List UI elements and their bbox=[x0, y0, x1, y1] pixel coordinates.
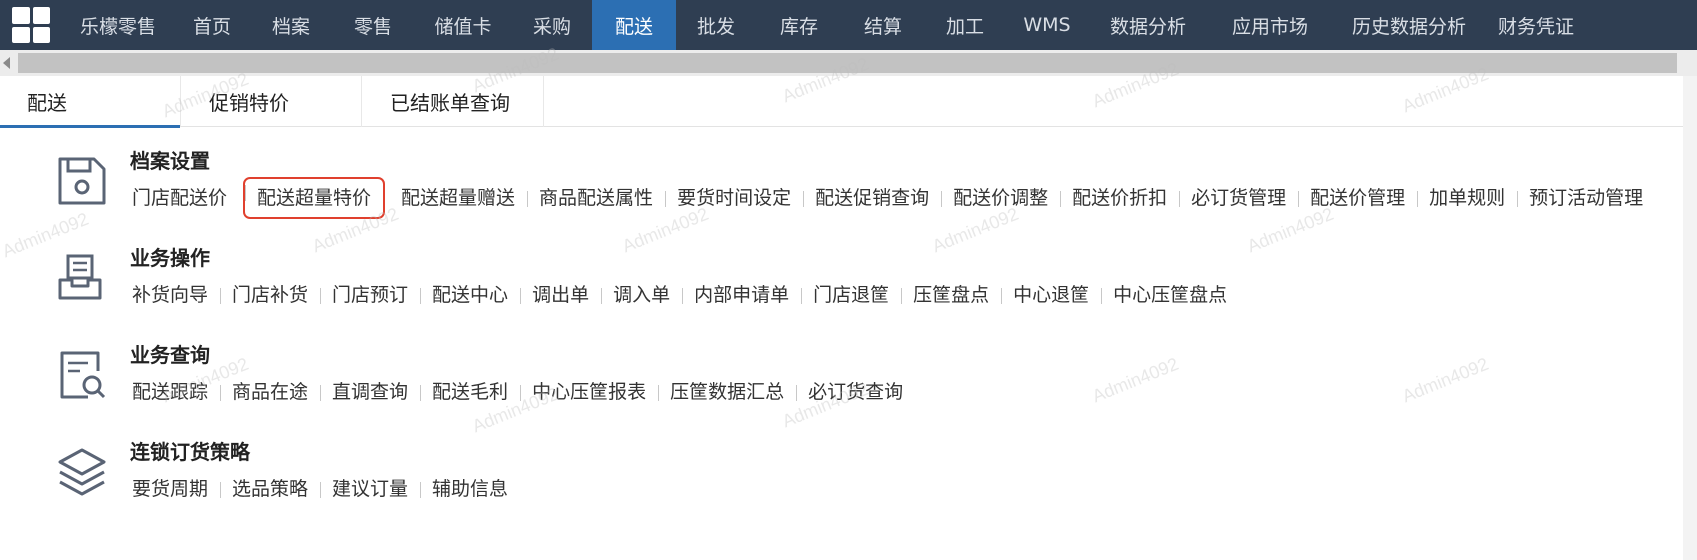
nav-item-8[interactable]: 库存 bbox=[756, 0, 842, 50]
section-0-link-11[interactable]: 预订活动管理 bbox=[1517, 185, 1655, 211]
section-0-link-8[interactable]: 必订货管理 bbox=[1179, 185, 1298, 211]
section-1-link-9[interactable]: 中心退筐 bbox=[1001, 282, 1101, 308]
section-1-link-1[interactable]: 门店补货 bbox=[220, 282, 320, 308]
vertical-scrollbar[interactable] bbox=[1683, 76, 1697, 560]
nav-item-11[interactable]: WMS bbox=[1006, 0, 1088, 50]
section-1-link-5[interactable]: 调入单 bbox=[601, 282, 682, 308]
section-0-link-6[interactable]: 配送价调整 bbox=[941, 185, 1060, 211]
section-1-link-6[interactable]: 内部申请单 bbox=[682, 282, 801, 308]
tab-distribution[interactable]: 配送 bbox=[0, 76, 181, 128]
nav-item-3[interactable]: 零售 bbox=[332, 0, 414, 50]
section-3-link-3[interactable]: 辅助信息 bbox=[420, 476, 520, 502]
section-0-link-4[interactable]: 要货时间设定 bbox=[665, 185, 803, 211]
section-title: 档案设置 bbox=[130, 149, 210, 173]
section-links: 门店配送价 配送超量特价 配送超量赠送 商品配送属性 要货时间设定 配送促销查询 配送价调整… bbox=[120, 177, 1655, 219]
section-3-link-0[interactable]: 要货周期 bbox=[120, 476, 220, 502]
section-title: 业务查询 bbox=[130, 343, 210, 367]
section-chain-order-strategy: 连锁订货策略 要货周期 选品策略 建议订量 辅助信息 bbox=[0, 436, 1683, 536]
nav-item-7[interactable]: 批发 bbox=[676, 0, 756, 50]
tab-promotion-price[interactable]: 促销特价 bbox=[181, 76, 362, 127]
section-business-operations: 业务操作 补货向导 门店补货 门店预订 配送中心 调出单 调入单 内部申请单 门店退筐 压筐盘点… bbox=[0, 242, 1683, 342]
section-3-link-1[interactable]: 选品策略 bbox=[220, 476, 320, 502]
nav-item-14[interactable]: 历史数据分析 bbox=[1332, 0, 1486, 50]
app-grid-logo-icon[interactable] bbox=[0, 0, 62, 50]
section-2-link-6[interactable]: 必订货查询 bbox=[796, 379, 915, 405]
nav-item-13[interactable]: 应用市场 bbox=[1208, 0, 1332, 50]
section-links: 配送跟踪 商品在途 直调查询 配送毛利 中心压筐报表 压筐数据汇总 必订货查询 bbox=[120, 379, 915, 405]
section-1-link-4[interactable]: 调出单 bbox=[520, 282, 601, 308]
nav-item-6[interactable]: 配送 bbox=[592, 0, 676, 50]
nav-item-1[interactable]: 首页 bbox=[174, 0, 250, 50]
scrollbar-thumb[interactable] bbox=[18, 53, 1677, 73]
section-1-link-10[interactable]: 中心压筐盘点 bbox=[1101, 282, 1239, 308]
document-search-icon bbox=[60, 351, 106, 399]
nav-item-9[interactable]: 结算 bbox=[842, 0, 924, 50]
section-0-link-2[interactable]: 配送超量赠送 bbox=[389, 185, 527, 211]
top-nav-menu: 乐檬零售 首页 档案 零售 储值卡 采购 配送 批发 库存 结算 加工 WMS 数据分析 应用市场 历史数据… bbox=[62, 0, 1586, 50]
section-3-link-2[interactable]: 建议订量 bbox=[320, 476, 420, 502]
module-tabs: 配送 促销特价 已结账单查询 bbox=[0, 76, 1683, 128]
nav-item-5[interactable]: 采购 bbox=[512, 0, 592, 50]
section-0-link-10[interactable]: 加单规则 bbox=[1417, 185, 1517, 211]
nav-item-4[interactable]: 储值卡 bbox=[414, 0, 512, 50]
nav-item-15[interactable]: 财务凭证 bbox=[1486, 0, 1586, 50]
section-business-query: 业务查询 配送跟踪 商品在途 直调查询 配送毛利 中心压筐报表 压筐数据汇总 必订货查询 bbox=[0, 339, 1683, 439]
section-archive-settings: 档案设置 门店配送价 配送超量特价 配送超量赠送 商品配送属性 要货时间设定 配送促销查询… bbox=[0, 145, 1683, 245]
section-1-link-2[interactable]: 门店预订 bbox=[320, 282, 420, 308]
section-1-link-7[interactable]: 门店退筐 bbox=[801, 282, 901, 308]
nav-item-12[interactable]: 数据分析 bbox=[1088, 0, 1208, 50]
section-0-link-0[interactable]: 门店配送价 bbox=[120, 185, 239, 211]
section-2-link-5[interactable]: 压筐数据汇总 bbox=[658, 379, 796, 405]
inbox-tray-icon bbox=[58, 254, 102, 300]
section-2-link-2[interactable]: 直调查询 bbox=[320, 379, 420, 405]
section-1-link-3[interactable]: 配送中心 bbox=[420, 282, 520, 308]
section-0-link-3[interactable]: 商品配送属性 bbox=[527, 185, 665, 211]
section-0-link-1[interactable]: 配送超量特价 bbox=[243, 177, 386, 219]
section-0-link-7[interactable]: 配送价折扣 bbox=[1060, 185, 1179, 211]
section-1-link-8[interactable]: 压筐盘点 bbox=[901, 282, 1001, 308]
section-2-link-4[interactable]: 中心压筐报表 bbox=[520, 379, 658, 405]
section-1-link-0[interactable]: 补货向导 bbox=[120, 282, 220, 308]
scroll-left-arrow-icon[interactable] bbox=[3, 57, 10, 69]
tab-settled-bills-query[interactable]: 已结账单查询 bbox=[362, 76, 544, 127]
nav-item-2[interactable]: 档案 bbox=[250, 0, 332, 50]
top-navigation-bar: 乐檬零售 首页 档案 零售 储值卡 采购 配送 批发 库存 结算 加工 WMS 数据分析 应用市场 历史数据… bbox=[0, 0, 1697, 50]
section-2-link-3[interactable]: 配送毛利 bbox=[420, 379, 520, 405]
section-0-link-9[interactable]: 配送价管理 bbox=[1298, 185, 1417, 211]
section-title: 连锁订货策略 bbox=[130, 440, 250, 464]
nav-item-10[interactable]: 加工 bbox=[924, 0, 1006, 50]
section-title: 业务操作 bbox=[130, 246, 210, 270]
section-links: 要货周期 选品策略 建议订量 辅助信息 bbox=[120, 476, 520, 502]
layers-stack-icon bbox=[58, 448, 106, 496]
save-disk-icon bbox=[58, 157, 106, 205]
section-2-link-0[interactable]: 配送跟踪 bbox=[120, 379, 220, 405]
section-0-link-5[interactable]: 配送促销查询 bbox=[803, 185, 941, 211]
section-links: 补货向导 门店补货 门店预订 配送中心 调出单 调入单 内部申请单 门店退筐 压筐盘点 中心退筐中… bbox=[120, 282, 1239, 308]
horizontal-scrollbar[interactable] bbox=[0, 50, 1697, 76]
nav-item-0[interactable]: 乐檬零售 bbox=[62, 0, 174, 50]
section-2-link-1[interactable]: 商品在途 bbox=[220, 379, 320, 405]
